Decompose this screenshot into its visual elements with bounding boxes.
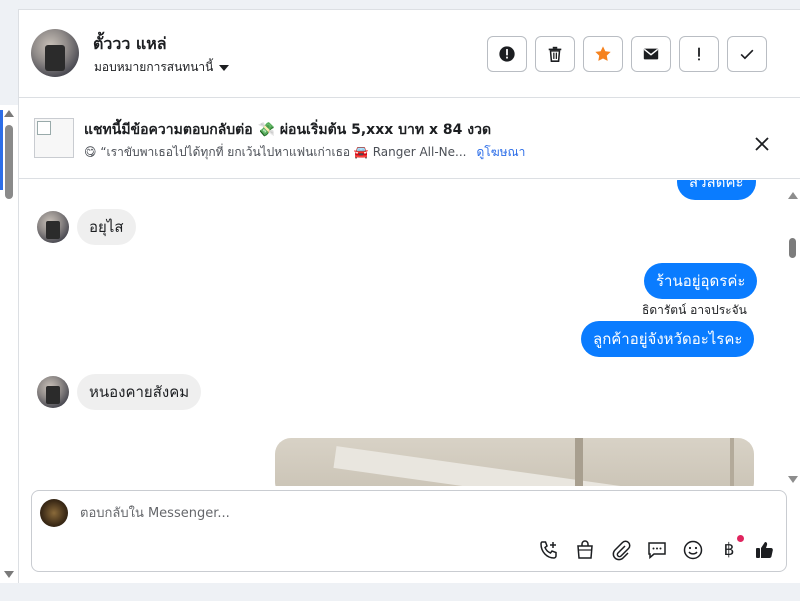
saved-replies-button[interactable] [646, 539, 668, 561]
scroll-up-arrow-icon[interactable] [788, 192, 798, 199]
envelope-icon [643, 48, 659, 60]
contact-avatar-small [37, 211, 69, 243]
trash-icon [548, 46, 562, 62]
ad-title: แชทนี้มีข้อความตอบกลับต่อ 💸 ผ่อนเริ่มต้น… [84, 122, 492, 138]
reply-input[interactable] [80, 501, 680, 525]
shopping-bag-icon [577, 540, 593, 559]
conversation-panel: ตั้ววว แหล่ มอบหมายการสนทนานี้ แชทนี้มีข… [18, 9, 800, 583]
like-button[interactable] [754, 539, 776, 561]
ad-subtitle-row: 😋 “เราขับพาเธอไปได้ทุกที่ ยกเว้นไปหาแฟนเ… [84, 143, 525, 162]
mark-spam-button[interactable] [487, 36, 527, 72]
star-icon [595, 46, 611, 61]
contact-avatar[interactable] [31, 29, 79, 77]
scroll-down-arrow-icon[interactable] [788, 476, 798, 483]
mark-done-button[interactable] [727, 36, 767, 72]
exclamation-icon [698, 47, 700, 61]
delete-button[interactable] [535, 36, 575, 72]
message-bubble-outgoing[interactable]: ร้านอยู่อุดรค่ะ [644, 263, 758, 299]
composer-toolbar: ฿ [538, 535, 776, 561]
scroll-down-arrow-icon[interactable] [4, 571, 14, 578]
photo-attachment[interactable] [275, 438, 754, 486]
shop-button[interactable] [574, 539, 596, 561]
ad-subtitle: 😋 “เราขับพาเธอไปได้ทุกที่ ยกเว้นไปหาแฟนเ… [84, 145, 467, 159]
mark-unread-button[interactable] [631, 36, 671, 72]
call-button[interactable] [538, 539, 560, 561]
scroll-thumb[interactable] [5, 125, 13, 199]
attach-button[interactable] [610, 539, 632, 561]
thumbs-up-icon [756, 542, 773, 558]
close-icon[interactable] [751, 133, 773, 155]
caret-down-icon [219, 64, 230, 71]
message-bubble-outgoing[interactable]: ลูกค้าอยู่จังหวัดอะไรคะ [581, 321, 755, 357]
chat-bubble-icon [648, 542, 666, 560]
ad-thumbnail[interactable] [34, 118, 74, 158]
sender-name: ธิดารัตน์ อาจประจัน [642, 303, 747, 317]
scroll-up-arrow-icon[interactable] [4, 110, 14, 117]
phone-plus-icon [540, 541, 557, 559]
contact-avatar-small [37, 376, 69, 408]
checkmark-icon [740, 49, 754, 60]
alert-circle-icon [499, 46, 515, 62]
assign-conversation-dropdown[interactable]: มอบหมายการสนทนานี้ [94, 58, 230, 77]
conversation-header: ตั้ววว แหล่ มอบหมายการสนทนานี้ [19, 10, 800, 98]
contact-name[interactable]: ตั้ววว แหล่ [93, 32, 167, 57]
selection-accent [0, 110, 3, 190]
ad-context-banner: แชทนี้มีข้อความตอบกลับต่อ 💸 ผ่อนเริ่มต้น… [19, 99, 800, 179]
emoji-button[interactable] [682, 539, 704, 561]
message-bubble-incoming[interactable]: อยุไส [77, 209, 136, 245]
baht-icon: ฿ [723, 540, 735, 560]
header-actions [487, 36, 767, 72]
payment-button[interactable]: ฿ [718, 535, 744, 561]
smiley-icon [683, 540, 703, 560]
chat-scrollbar[interactable] [785, 180, 800, 486]
message-list[interactable]: สวัสดีค่ะ อยุไส ร้านอยู่อุดรค่ะ ธิดารัตน… [19, 180, 800, 486]
important-button[interactable] [679, 36, 719, 72]
view-ad-link[interactable]: ดูโฆษณา [476, 143, 525, 162]
message-bubble-outgoing[interactable]: สวัสดีค่ะ [677, 180, 756, 200]
paperclip-icon [612, 540, 631, 561]
page-avatar [40, 499, 68, 527]
reply-composer: ฿ [31, 490, 787, 572]
scroll-thumb[interactable] [789, 238, 796, 258]
star-button[interactable] [583, 36, 623, 72]
notification-dot [737, 535, 744, 542]
assign-label: มอบหมายการสนทนานี้ [94, 60, 214, 74]
message-bubble-incoming[interactable]: หนองคายสังคม [77, 374, 202, 410]
